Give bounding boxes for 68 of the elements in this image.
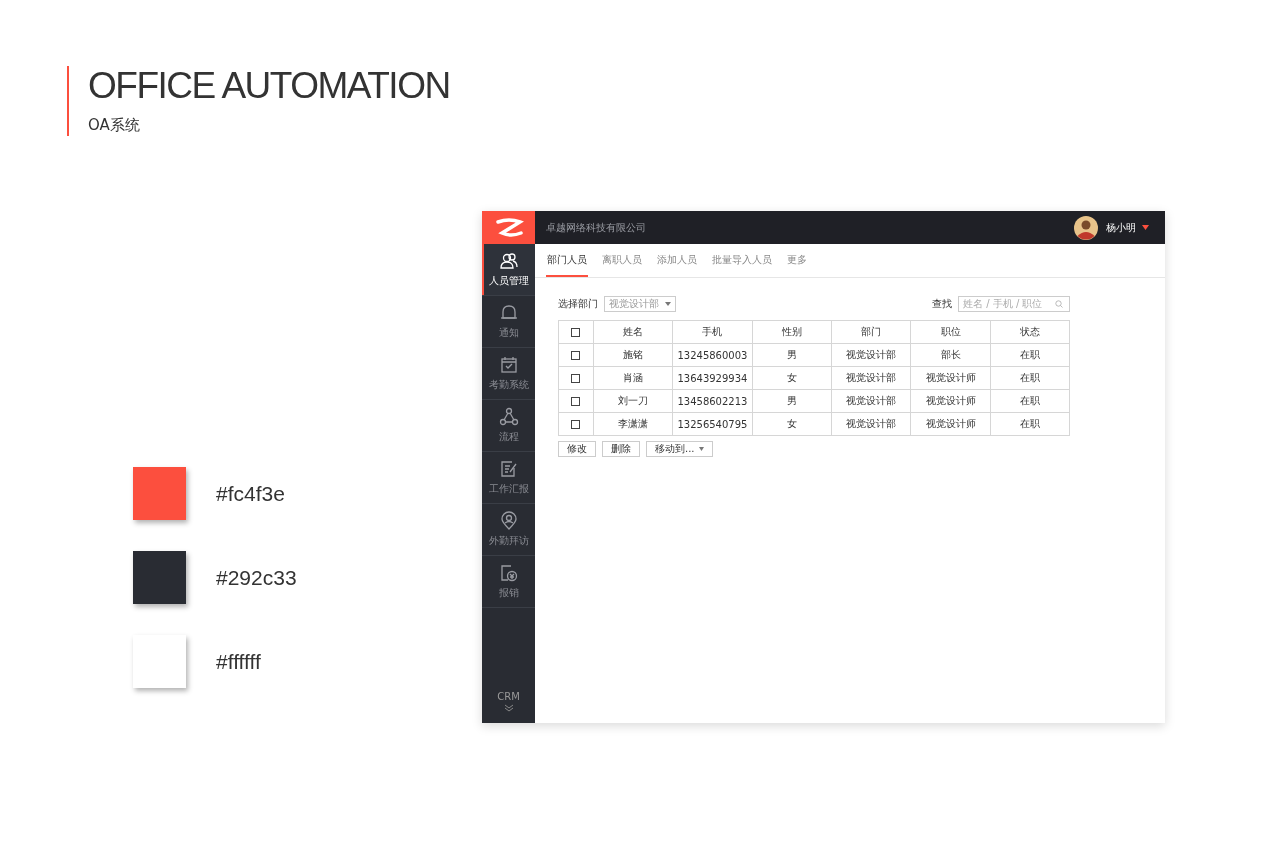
table-cell: 女 <box>752 412 832 436</box>
tab[interactable]: 添加人员 <box>656 244 698 277</box>
filter-label: 选择部门 <box>558 296 598 311</box>
color-code: #ffffff <box>216 649 261 674</box>
sidebar-item[interactable]: 人员管理 <box>482 244 535 296</box>
table-cell: 部长 <box>910 343 991 367</box>
user-name[interactable]: 杨小明 <box>1106 220 1136 235</box>
table-cell: 视觉设计师 <box>910 412 991 436</box>
table-cell: 李潇潇 <box>593 412 673 436</box>
table-cell: 视觉设计师 <box>910 389 991 413</box>
row-checkbox[interactable] <box>571 397 581 406</box>
table-cell: 视觉设计部 <box>831 389 911 413</box>
location-pin-icon <box>498 511 519 531</box>
people-icon <box>498 251 519 271</box>
column-header: 性别 <box>752 320 832 344</box>
table-cell: 视觉设计部 <box>831 343 911 367</box>
table-cell: 视觉设计部 <box>831 412 911 436</box>
logo-icon <box>482 211 535 244</box>
caret-icon <box>665 301 671 306</box>
receipt-icon <box>498 563 519 583</box>
table-cell: 视觉设计部 <box>831 366 911 390</box>
tab[interactable]: 部门人员 <box>546 244 588 277</box>
action-button[interactable]: 移动到... <box>646 441 713 457</box>
calendar-icon <box>498 355 519 375</box>
column-header: 姓名 <box>593 320 673 344</box>
column-header: 手机 <box>672 320 753 344</box>
table-cell: 在职 <box>990 366 1070 390</box>
column-header: 职位 <box>910 320 991 344</box>
avatar-icon[interactable] <box>1074 215 1098 240</box>
nodes-icon <box>498 407 519 427</box>
table-cell: 13245860003 <box>672 343 753 367</box>
row-checkbox[interactable] <box>571 351 581 360</box>
tab[interactable]: 更多 <box>786 244 808 277</box>
table-cell: 施铭 <box>593 343 673 367</box>
document-icon <box>498 459 519 479</box>
action-button[interactable]: 修改 <box>558 441 596 457</box>
chevron-down-icon[interactable] <box>503 703 514 713</box>
search-field[interactable]: 姓名 / 手机 / 职位 <box>958 295 1070 312</box>
table-cell: 在职 <box>990 343 1070 367</box>
table-cell: 肖涵 <box>593 366 673 390</box>
row-checkbox[interactable] <box>571 374 581 383</box>
color-code: #292c33 <box>216 565 297 590</box>
table-cell: 视觉设计师 <box>910 366 991 390</box>
company-name: 卓越网络科技有限公司 <box>546 220 647 235</box>
tab[interactable]: 批量导入人员 <box>711 244 773 277</box>
column-header: 状态 <box>990 320 1070 344</box>
table-cell: 在职 <box>990 412 1070 436</box>
column-header: 部门 <box>831 320 911 344</box>
table-cell: 在职 <box>990 389 1070 413</box>
color-code: #fc4f3e <box>216 481 285 506</box>
slide-subtitle: OA系统 <box>88 116 141 135</box>
table-cell: 男 <box>752 343 832 367</box>
table-cell: 刘一刀 <box>593 389 673 413</box>
table-cell: 13458602213 <box>672 389 753 413</box>
tab[interactable]: 离职人员 <box>601 244 643 277</box>
table-cell: 女 <box>752 366 832 390</box>
search-icon <box>1055 299 1063 308</box>
caret-icon[interactable] <box>1142 225 1149 230</box>
department-dropdown[interactable]: 视觉设计部 <box>604 295 676 312</box>
select-all-checkbox[interactable] <box>571 328 581 337</box>
table-cell: 13256540795 <box>672 412 753 436</box>
search-label: 查找 <box>932 296 952 311</box>
table-cell: 男 <box>752 389 832 413</box>
table-cell: 13643929934 <box>672 366 753 390</box>
sidebar-footer-label: CRM <box>497 691 520 702</box>
action-button[interactable]: 删除 <box>602 441 640 457</box>
row-checkbox[interactable] <box>571 420 581 429</box>
slide-title: OFFICE AUTOMATION <box>88 66 451 106</box>
